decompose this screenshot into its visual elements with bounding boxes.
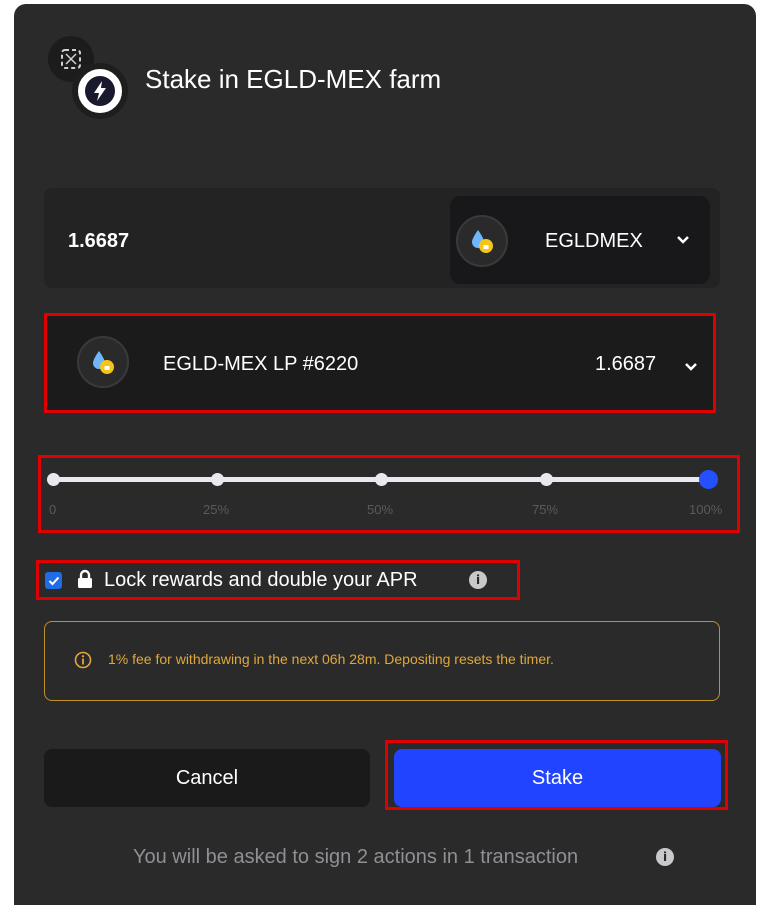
slider-handle[interactable]: [699, 470, 718, 489]
slider-step-25[interactable]: [211, 473, 224, 486]
token-select-label: EGLDMEX: [545, 230, 643, 252]
slider-tick-label: 25%: [203, 502, 230, 517]
lock-rewards-checkbox[interactable]: [45, 572, 62, 589]
lock-rewards-label[interactable]: Lock rewards and double your APR: [104, 569, 418, 592]
slider-step-50[interactable]: [375, 473, 388, 486]
lp-token-amount: 1.6687: [595, 353, 657, 375]
fee-notice-text: 1% fee for withdrawing in the next 06h 2…: [108, 651, 554, 667]
lightning-icon: [72, 63, 128, 119]
slider-step-75[interactable]: [540, 473, 553, 486]
slider-tick-label: 0: [49, 502, 57, 517]
chevron-down-icon[interactable]: [684, 362, 698, 372]
page-title: Stake in EGLD-MEX farm: [145, 64, 442, 94]
warning-icon: [74, 651, 92, 669]
sign-actions-note: You will be asked to sign 2 actions in 1…: [133, 846, 579, 868]
info-icon[interactable]: i: [656, 848, 674, 866]
egld-mex-token-icon: [456, 215, 508, 267]
egld-mex-lp-icon: [77, 336, 129, 388]
stake-button[interactable]: Stake: [394, 749, 721, 807]
percent-slider-frame: [38, 455, 740, 533]
amount-value[interactable]: 1.6687: [68, 230, 129, 253]
info-icon[interactable]: i: [469, 571, 487, 589]
lock-icon: [78, 569, 92, 588]
slider-step-0[interactable]: [47, 473, 60, 486]
slider-tick-label: 100%: [689, 502, 723, 517]
slider-tick-label: 50%: [367, 502, 394, 517]
chevron-down-icon[interactable]: [676, 235, 690, 245]
slider-tick-label: 75%: [532, 502, 559, 517]
lp-token-label: EGLD-MEX LP #6220: [163, 353, 359, 375]
cancel-button[interactable]: Cancel: [44, 749, 370, 807]
